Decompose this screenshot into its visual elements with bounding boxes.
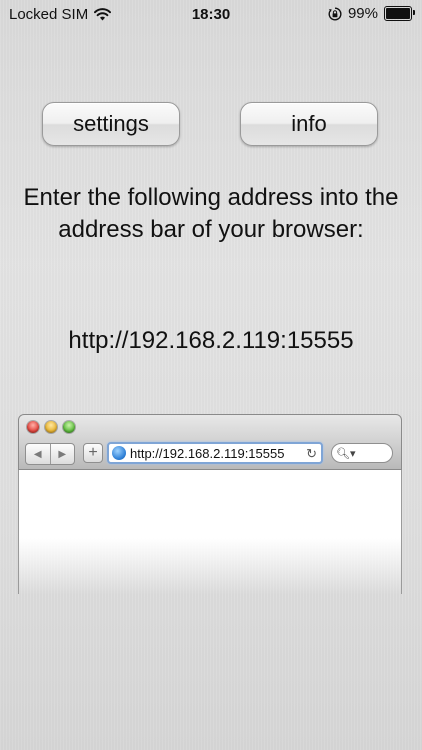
battery-tip: [413, 10, 415, 15]
browser-content-area: [18, 470, 402, 594]
battery-icon: [384, 6, 415, 21]
address-bar: http://192.168.2.119:15555 ↻: [107, 442, 323, 464]
info-button[interactable]: info: [240, 102, 378, 146]
forward-arrow-icon: ▶: [49, 444, 75, 464]
settings-button[interactable]: settings: [42, 102, 180, 146]
globe-icon: [112, 446, 126, 460]
search-field: 🔍︎▾: [331, 443, 393, 463]
server-address: http://192.168.2.119:15555: [68, 327, 354, 354]
instructions-text: Enter the following address into the add…: [23, 184, 399, 243]
address-bar-url: http://192.168.2.119:15555: [130, 445, 285, 461]
close-window-icon: [27, 421, 39, 433]
battery-percent: 99%: [347, 5, 378, 22]
zoom-window-icon: [63, 421, 75, 433]
browser-toolbar: ◀ ▶ + http://192.168.2.119:15555 ↻ 🔍︎▾: [18, 414, 402, 470]
reload-icon: ↻: [306, 446, 317, 461]
search-icon: 🔍︎▾: [336, 447, 356, 460]
status-bar: Locked SIM 18:30 99%: [0, 0, 422, 30]
add-bookmark-icon: +: [83, 443, 103, 463]
browser-illustration: ◀ ▶ + http://192.168.2.119:15555 ↻ 🔍︎▾: [18, 414, 402, 594]
status-right: 99%: [328, 5, 415, 22]
back-forward-group: ◀ ▶: [25, 443, 75, 465]
minimize-window-icon: [45, 421, 57, 433]
rotation-lock-icon: [328, 6, 342, 20]
back-arrow-icon: ◀: [33, 448, 42, 460]
battery-fill: [386, 8, 410, 19]
